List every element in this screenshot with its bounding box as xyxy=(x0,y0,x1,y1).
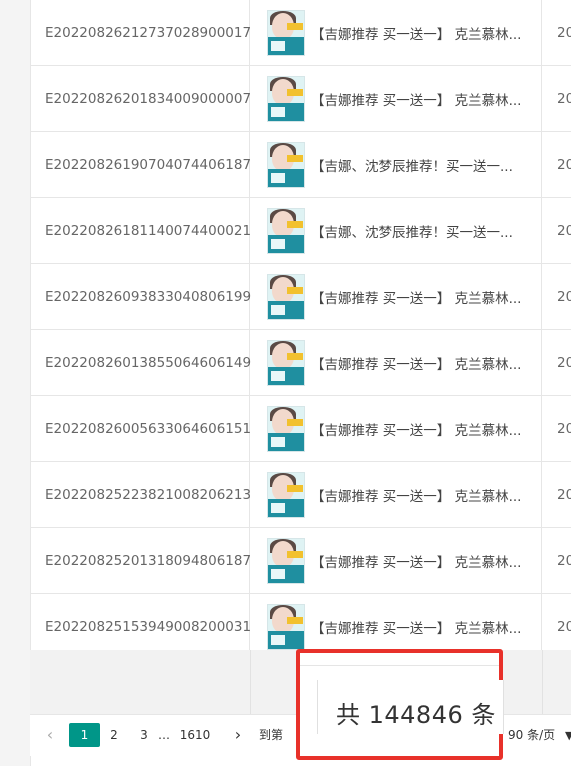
per-page-select[interactable]: 90 条/页 ▼ xyxy=(508,723,571,747)
table-row[interactable]: E20220825223821008206213 【吉娜推荐 买一送一】 克兰慕… xyxy=(30,462,571,528)
product-thumbnail-icon[interactable] xyxy=(267,471,305,518)
date-cell: 20 xyxy=(557,420,571,437)
left-gutter xyxy=(0,0,31,766)
date-cell: 20 xyxy=(557,354,571,371)
date-cell: 20 xyxy=(557,156,571,173)
product-name[interactable]: 【吉娜推荐 买一送一】 克兰慕林... xyxy=(311,551,531,571)
table-row[interactable]: E20220826212737028900017 【吉娜推荐 买一送一】 克兰慕… xyxy=(30,0,571,66)
order-id-cell: E20220826093833040806199 xyxy=(30,264,251,329)
column-divider xyxy=(542,650,543,714)
date-cell: 20 xyxy=(557,552,571,569)
table-row[interactable]: E20220826190704074406187 【吉娜、沈梦辰推荐！买一送一.… xyxy=(30,132,571,198)
date-cell: 20 xyxy=(557,222,571,239)
page-ellipsis: … xyxy=(158,728,170,742)
product-thumbnail-icon[interactable] xyxy=(267,273,305,320)
product-name[interactable]: 【吉娜推荐 买一送一】 克兰慕林... xyxy=(311,485,531,505)
order-id-cell: E20220825201318094806187 xyxy=(30,528,251,593)
product-name[interactable]: 【吉娜、沈梦辰推荐！买一送一... xyxy=(311,221,531,241)
date-cell: 20 xyxy=(557,288,571,305)
product-cell: 【吉娜、沈梦辰推荐！买一送一... xyxy=(250,132,542,197)
product-thumbnail-icon[interactable] xyxy=(267,339,305,386)
product-thumbnail-icon[interactable] xyxy=(267,141,305,188)
page-button-1[interactable]: 1 xyxy=(69,723,100,747)
product-cell: 【吉娜推荐 买一送一】 克兰慕林... xyxy=(250,528,542,593)
date-cell: 20 xyxy=(557,24,571,41)
product-name[interactable]: 【吉娜推荐 买一送一】 克兰慕林... xyxy=(311,287,531,307)
product-name[interactable]: 【吉娜、沈梦辰推荐！买一送一... xyxy=(311,155,531,175)
product-name[interactable]: 【吉娜推荐 买一送一】 克兰慕林... xyxy=(311,89,531,109)
total-count-highlight: 共 144846 条 xyxy=(296,649,504,760)
product-cell: 【吉娜推荐 买一送一】 克兰慕林... xyxy=(250,66,542,131)
product-cell: 【吉娜推荐 买一送一】 克兰慕林... xyxy=(250,264,542,329)
table-row[interactable]: E20220826181140074400021 【吉娜、沈梦辰推荐！买一送一.… xyxy=(30,198,571,264)
divider xyxy=(300,665,499,666)
orders-table: E20220826212737028900017 【吉娜推荐 买一送一】 克兰慕… xyxy=(30,0,571,660)
product-name[interactable]: 【吉娜推荐 买一送一】 克兰慕林... xyxy=(311,353,531,373)
order-id-cell: E20220826181140074400021 xyxy=(30,198,251,263)
order-id-cell: E20220826190704074406187 xyxy=(30,132,251,197)
table-row[interactable]: E20220826201834009000007 【吉娜推荐 买一送一】 克兰慕… xyxy=(30,66,571,132)
product-thumbnail-icon[interactable] xyxy=(267,603,305,650)
order-id-cell: E20220826005633064606151 xyxy=(30,396,251,461)
column-divider xyxy=(250,650,251,714)
goto-page-label: 到第 xyxy=(258,728,283,742)
prev-page-icon[interactable]: ‹ xyxy=(42,723,58,747)
order-id-cell: E20220825223821008206213 xyxy=(30,462,251,527)
product-thumbnail-icon[interactable] xyxy=(267,75,305,122)
product-cell: 【吉娜推荐 买一送一】 克兰慕林... xyxy=(250,0,542,65)
total-count-box: 共 144846 条 xyxy=(317,680,504,734)
order-id-cell: E20220826212737028900017 xyxy=(30,0,251,65)
table-row[interactable]: E20220825201318094806187 【吉娜推荐 买一送一】 克兰慕… xyxy=(30,528,571,594)
product-thumbnail-icon[interactable] xyxy=(267,537,305,584)
page-button-last[interactable]: 1610 xyxy=(176,723,214,747)
order-id-cell: E20220826013855064606149 xyxy=(30,330,251,395)
product-name[interactable]: 【吉娜推荐 买一送一】 克兰慕林... xyxy=(311,617,531,637)
product-cell: 【吉娜、沈梦辰推荐！买一送一... xyxy=(250,198,542,263)
table-row[interactable]: E20220826013855064606149 【吉娜推荐 买一送一】 克兰慕… xyxy=(30,330,571,396)
per-page-value: 90 条/页 xyxy=(508,728,556,742)
product-thumbnail-icon[interactable] xyxy=(267,405,305,452)
product-thumbnail-icon[interactable] xyxy=(267,207,305,254)
product-thumbnail-icon[interactable] xyxy=(267,9,305,56)
product-cell: 【吉娜推荐 买一送一】 克兰慕林... xyxy=(250,396,542,461)
page-button-3[interactable]: 3 xyxy=(134,723,154,747)
table-row[interactable]: E20220826093833040806199 【吉娜推荐 买一送一】 克兰慕… xyxy=(30,264,571,330)
date-cell: 20 xyxy=(557,90,571,107)
page-button-2[interactable]: 2 xyxy=(104,723,124,747)
product-name[interactable]: 【吉娜推荐 买一送一】 克兰慕林... xyxy=(311,23,531,43)
product-name[interactable]: 【吉娜推荐 买一送一】 克兰慕林... xyxy=(311,419,531,439)
table-row[interactable]: E20220826005633064606151 【吉娜推荐 买一送一】 克兰慕… xyxy=(30,396,571,462)
chevron-down-icon: ▼ xyxy=(564,729,571,742)
order-id-cell: E20220826201834009000007 xyxy=(30,66,251,131)
date-cell: 20 xyxy=(557,486,571,503)
product-cell: 【吉娜推荐 买一送一】 克兰慕林... xyxy=(250,330,542,395)
total-count-text: 共 144846 条 xyxy=(336,701,496,729)
product-cell: 【吉娜推荐 买一送一】 克兰慕林... xyxy=(250,462,542,527)
next-page-icon[interactable]: › xyxy=(230,723,246,747)
